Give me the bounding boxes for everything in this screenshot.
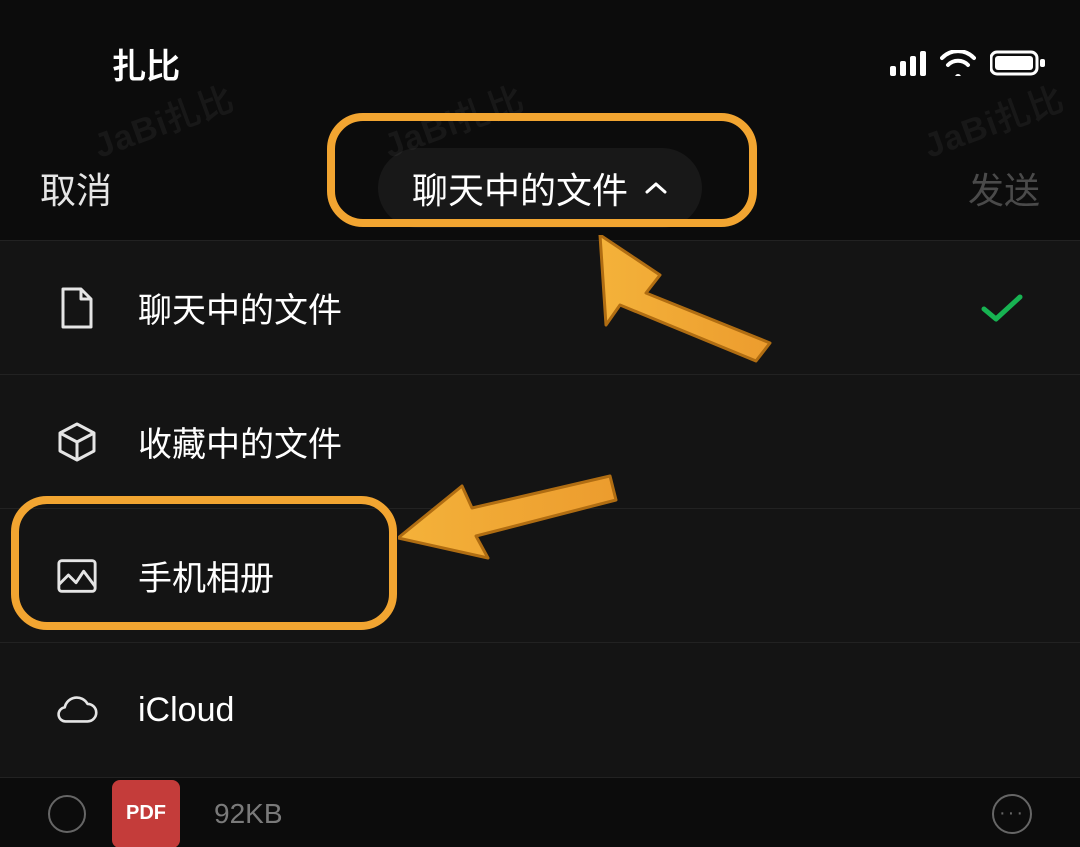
menu-item-label: iCloud — [138, 691, 234, 730]
wifi-icon — [940, 50, 976, 76]
menu-item-chat-files[interactable]: 聊天中的文件 — [0, 241, 1080, 375]
file-row[interactable]: PDF 92KB ··· — [0, 780, 1080, 847]
status-title: 扎比 — [112, 39, 180, 88]
checkmark-icon — [980, 291, 1024, 325]
battery-icon — [990, 50, 1046, 76]
cellular-icon — [890, 50, 926, 76]
source-menu: 聊天中的文件 收藏中的文件 手机相册 iCloud — [0, 240, 1080, 778]
menu-item-photos[interactable]: 手机相册 — [0, 509, 1080, 643]
dropdown-label: 聊天中的文件 — [412, 162, 628, 214]
menu-item-favorites[interactable]: 收藏中的文件 — [0, 375, 1080, 509]
menu-item-label: 收藏中的文件 — [138, 417, 342, 466]
file-size: 92KB — [214, 798, 283, 830]
menu-item-icloud[interactable]: iCloud — [0, 643, 1080, 777]
status-bar: 扎比 — [0, 38, 1080, 88]
menu-item-label: 手机相册 — [138, 551, 274, 600]
file-icon — [56, 287, 98, 329]
cancel-button[interactable]: 取消 — [40, 162, 112, 214]
photo-icon — [56, 555, 98, 597]
cube-icon — [56, 421, 98, 463]
source-dropdown[interactable]: 聊天中的文件 — [378, 148, 702, 228]
cloud-icon — [56, 689, 98, 731]
select-radio[interactable] — [48, 795, 86, 833]
menu-item-label: 聊天中的文件 — [138, 283, 342, 332]
chevron-up-icon — [644, 180, 668, 196]
more-icon[interactable]: ··· — [992, 794, 1032, 834]
send-button[interactable]: 发送 — [968, 162, 1040, 214]
navigation-bar: 取消 聊天中的文件 发送 — [0, 135, 1080, 240]
pdf-badge: PDF — [112, 780, 180, 847]
